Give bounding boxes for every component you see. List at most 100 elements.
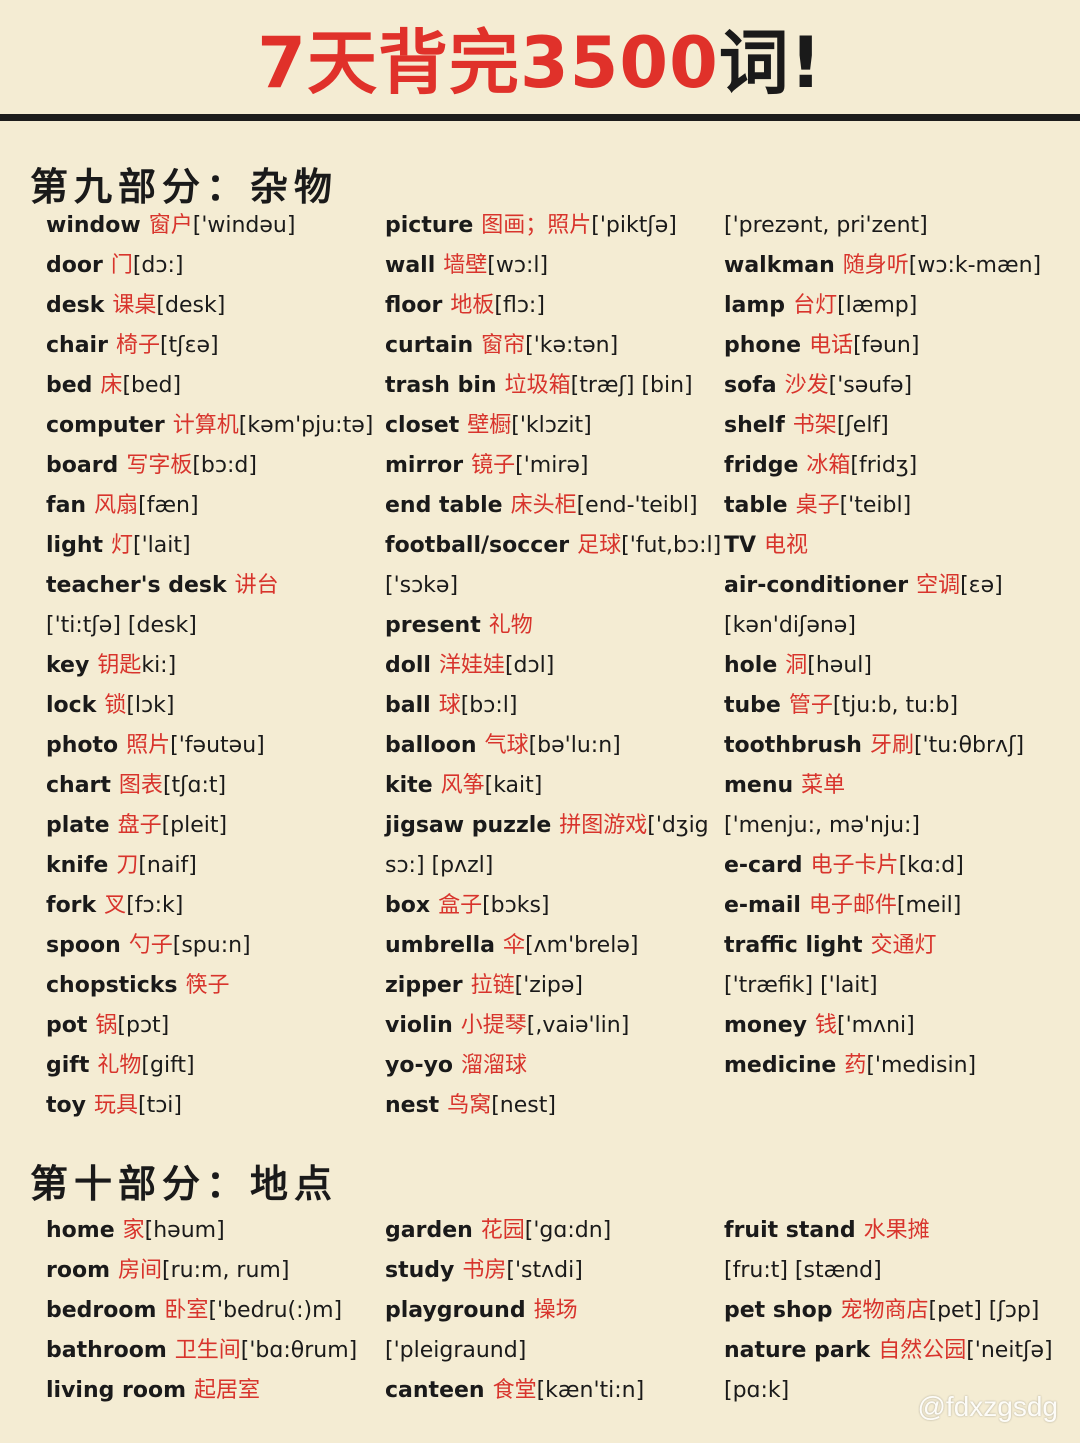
vocab-entry: garden 花园['gɑ:dn] (385, 1211, 644, 1251)
vocab-chinese: 小提琴 (460, 1013, 527, 1038)
title-part-3: 词! (718, 22, 823, 104)
vocab-phonetic: ['neitʃə] (966, 1338, 1053, 1363)
vocab-phonetic: ki:] (141, 653, 177, 678)
vocab-entry: tube 管子[tju:b, tu:b] (724, 686, 1041, 726)
vocab-chinese: 礼物 (488, 613, 533, 638)
page-title: 7天背完3500词! (0, 18, 1080, 108)
vocab-word: canteen (385, 1378, 485, 1403)
vocab-chinese: 床头柜 (510, 493, 577, 518)
vocab-entry: yo-yo 溜溜球 (385, 1046, 721, 1086)
vocab-entry: ['prezənt, pri'zent] (724, 206, 1041, 246)
vocab-entry: floor 地板[flɔ:] (385, 286, 721, 326)
vocab-entry: picture 图画；照片['piktʃə] (385, 206, 721, 246)
vocab-chinese: 伞 (503, 933, 526, 958)
vocab-chinese: 牙刷 (869, 733, 914, 758)
vocab-entry: canteen 食堂[kæn'ti:n] (385, 1371, 644, 1411)
vocab-phonetic: [ʌm'brelə] (525, 933, 639, 958)
vocab-phonetic: [ɛə] (960, 573, 1003, 598)
vocab-word: gift (46, 1053, 90, 1078)
vocab-word: ball (385, 693, 431, 718)
vocab-chinese: 叉 (104, 893, 127, 918)
vocab-phonetic: [nest] (491, 1093, 556, 1118)
vocab-entry: football/soccer 足球['fut,bɔ:l] (385, 526, 721, 566)
vocab-phonetic: [kɑ:d] (898, 853, 964, 878)
vocab-word: board (46, 453, 119, 478)
vocab-entry: photo 照片['fəutəu] (46, 726, 373, 766)
vocab-chinese: 卧室 (164, 1298, 209, 1323)
vocab-phonetic: sɔ:] [pʌzl] (385, 853, 494, 878)
vocab-chinese: 椅子 (115, 333, 160, 358)
vocab-word: lock (46, 693, 97, 718)
vocab-chinese: 课桌 (112, 293, 157, 318)
vocab-entry: present 礼物 (385, 606, 721, 646)
vocab-chinese: 计算机 (172, 413, 239, 438)
vocab-word: phone (724, 333, 802, 358)
vocab-word: jigsaw puzzle (385, 813, 552, 838)
vocab-entry: nest 鸟窝[nest] (385, 1086, 721, 1126)
vocab-phonetic: [naif] (138, 853, 197, 878)
vocab-phonetic: ['mirə] (515, 453, 589, 478)
vocab-phonetic: [bɔks] (482, 893, 550, 918)
vocab-phonetic: ['klɔzit] (511, 413, 592, 438)
vocab-phonetic: [fəun] (853, 333, 920, 358)
vocab-word: lamp (724, 293, 786, 318)
vocab-phonetic: ['bedru(:)m] (208, 1298, 343, 1323)
section-10-column-3: fruit stand 水果摊 [fru:t] [stænd] pet shop 宠物商… (724, 1211, 1053, 1411)
vocab-phonetic: [dɔl] (504, 653, 555, 678)
vocab-chinese: 灯 (111, 533, 134, 558)
vocab-phonetic: [lɔk] (126, 693, 175, 718)
vocab-chinese: 起居室 (194, 1378, 261, 1403)
vocab-entry: doll 洋娃娃[dɔl] (385, 646, 721, 686)
vocab-entry: chopsticks 筷子 (46, 966, 373, 1006)
vocab-entry: bathroom 卫生间['bɑ:θrum] (46, 1331, 357, 1371)
vocab-chinese: 窗帘 (481, 333, 526, 358)
vocab-chinese: 电话 (809, 333, 854, 358)
vocab-phonetic: ['prezənt, pri'zent] (724, 213, 928, 238)
vocab-chinese: 墙壁 (443, 253, 488, 278)
vocab-chinese: 玩具 (93, 1093, 138, 1118)
vocab-chinese: 图表 (118, 773, 163, 798)
vocab-word: teacher's desk (46, 573, 227, 598)
vocab-chinese: 电子邮件 (808, 893, 897, 918)
vocab-phonetic: [pet] [ʃɔp] (928, 1298, 1040, 1323)
vocab-word: present (385, 613, 481, 638)
vocab-phonetic: [dɔ:] (132, 253, 184, 278)
vocab-chinese: 洞 (785, 653, 808, 678)
vocab-entry: chair 椅子[tʃɛə] (46, 326, 373, 366)
vocab-word: nest (385, 1093, 440, 1118)
vocab-phonetic: [pɑ:k] (724, 1378, 790, 1403)
vocab-entry: board 写字板[bɔ:d] (46, 446, 373, 486)
section-9-column-2: picture 图画；照片['piktʃə] wall 墙壁[wɔ:l] floor 地板… (385, 206, 721, 1126)
vocab-word: fridge (724, 453, 799, 478)
vocab-chinese: 房间 (118, 1258, 163, 1283)
vocab-word: end table (385, 493, 503, 518)
vocab-entry: e-card 电子卡片[kɑ:d] (724, 846, 1041, 886)
vocab-entry: ball 球[bɔ:l] (385, 686, 721, 726)
vocab-entry: balloon 气球[bə'lu:n] (385, 726, 721, 766)
vocab-phonetic: ['bɑ:θrum] (240, 1338, 358, 1363)
vocab-chinese: 盘子 (117, 813, 162, 838)
vocab-chinese: 家 (122, 1218, 145, 1243)
vocab-entry: plate 盘子[pleit] (46, 806, 373, 846)
vocab-word: plate (46, 813, 110, 838)
vocab-entry: table 桌子['teibl] (724, 486, 1041, 526)
vocab-word: chopsticks (46, 973, 178, 998)
vocab-entry: e-mail 电子邮件[meil] (724, 886, 1041, 926)
vocab-word: violin (385, 1013, 453, 1038)
vocab-entry: umbrella 伞[ʌm'brelə] (385, 926, 721, 966)
vocab-entry: home 家[həum] (46, 1211, 357, 1251)
vocab-entry: toy 玩具[tɔi] (46, 1086, 373, 1126)
vocab-phonetic: [flɔ:] (494, 293, 545, 318)
vocab-phonetic: ['lait] (133, 533, 191, 558)
vocab-phonetic: [tju:b, tu:b] (832, 693, 959, 718)
vocab-word: medicine (724, 1053, 837, 1078)
vocab-entry: hole 洞[həul] (724, 646, 1041, 686)
vocab-entry: shelf 书架[ʃelf] (724, 406, 1041, 446)
vocab-word: money (724, 1013, 807, 1038)
vocab-entry: pet shop 宠物商店[pet] [ʃɔp] (724, 1291, 1053, 1331)
vocab-entry: [fru:t] [stænd] (724, 1251, 1053, 1291)
vocab-word: home (46, 1218, 115, 1243)
vocab-entry: curtain 窗帘['kə:tən] (385, 326, 721, 366)
vocab-chinese: 花园 (480, 1218, 525, 1243)
vocab-entry: ['ti:tʃə] [desk] (46, 606, 373, 646)
